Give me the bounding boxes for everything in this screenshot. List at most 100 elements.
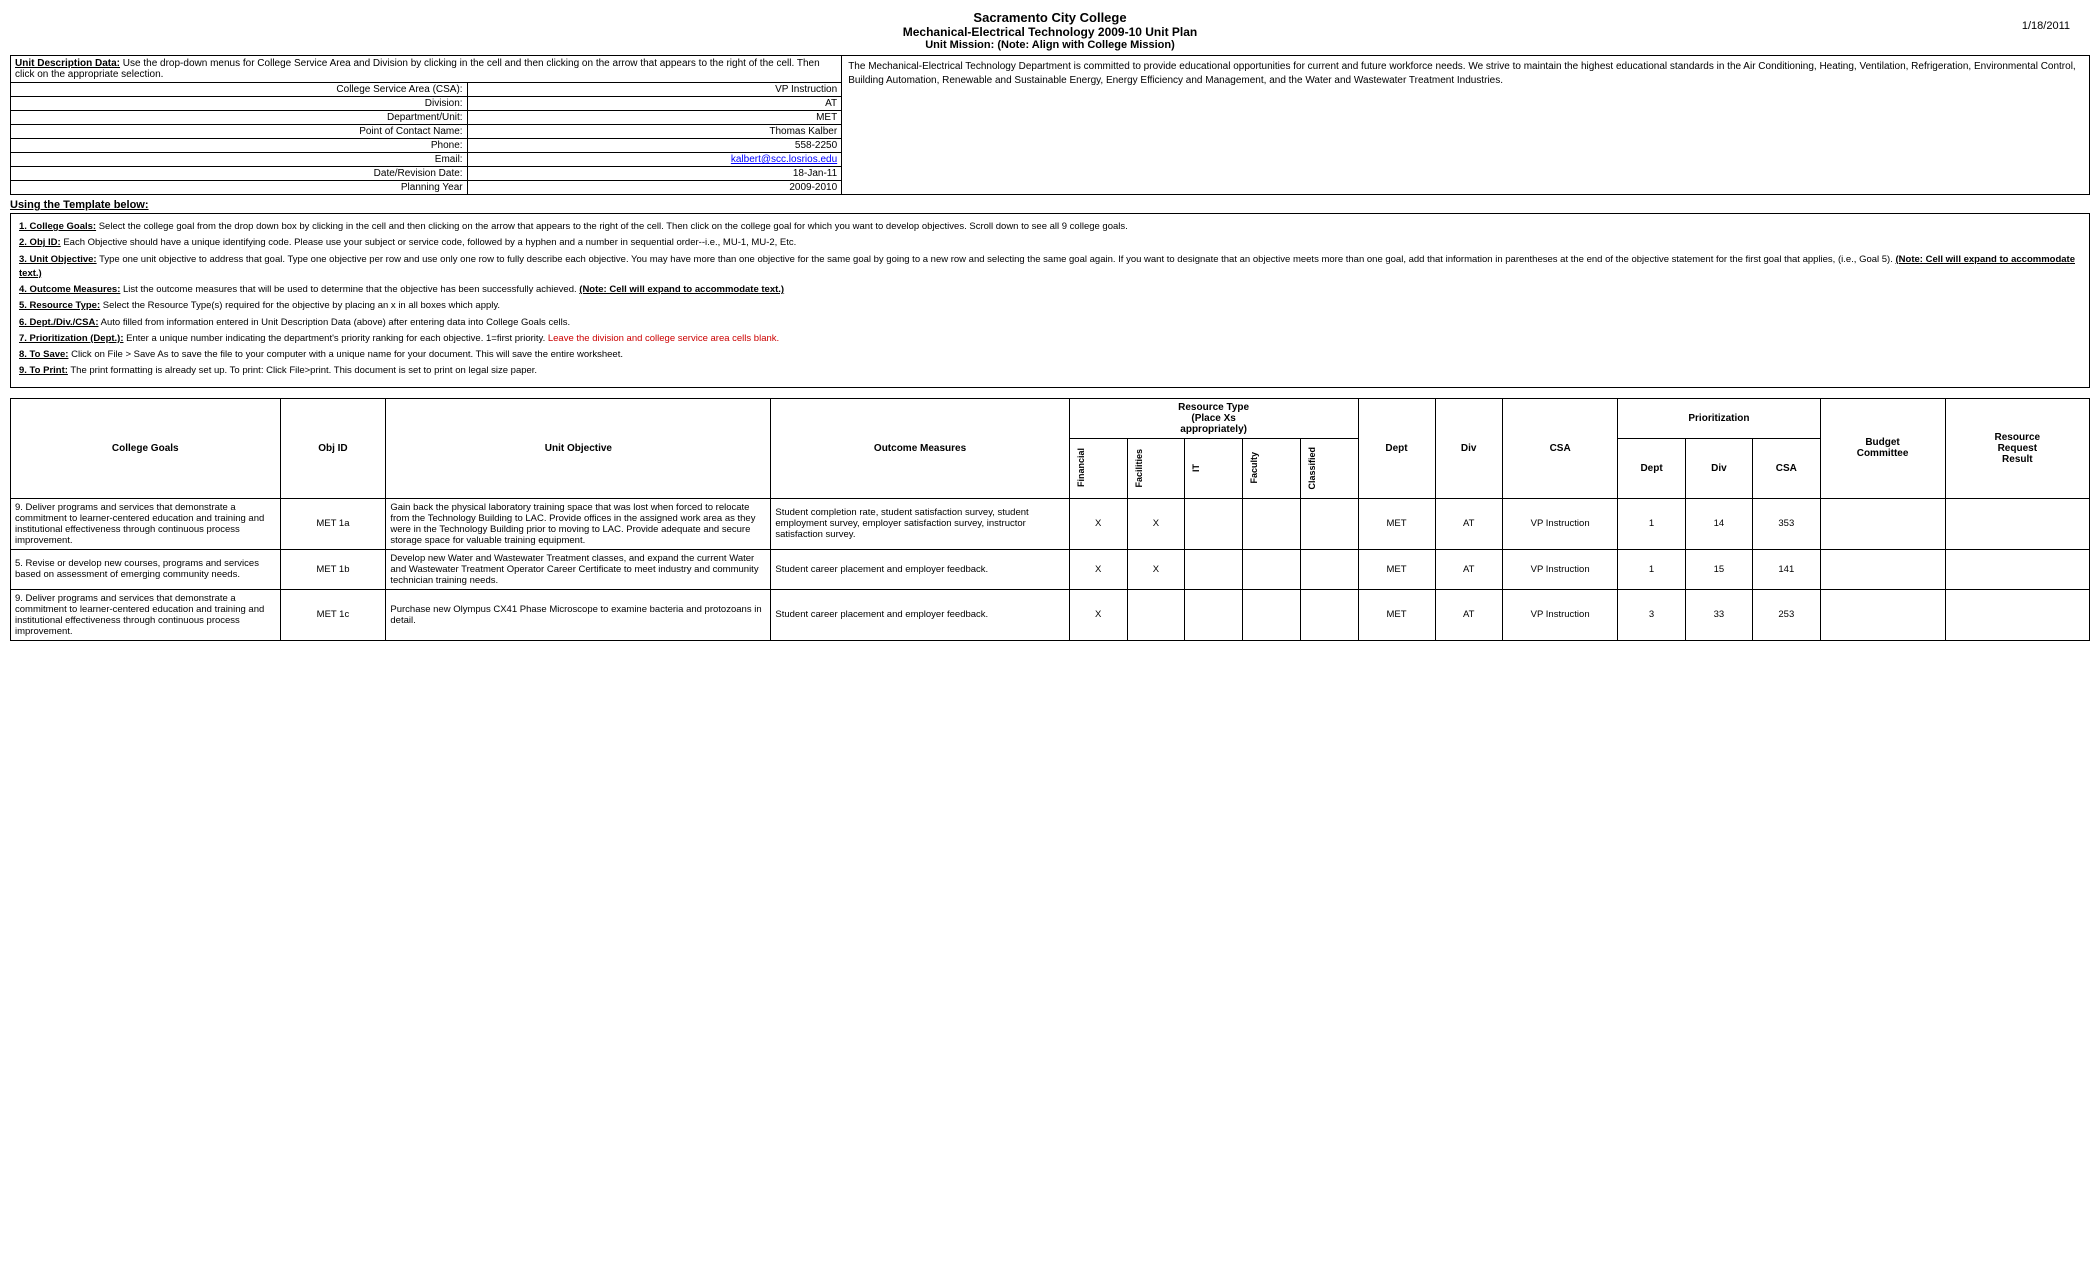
- cell-outcome-1: Student career placement and employer fe…: [771, 549, 1069, 589]
- th-pri-dept: Dept: [1618, 438, 1685, 498]
- th-outcome-label: Outcome Measures: [874, 443, 966, 454]
- cell-unit-obj-2: Purchase new Olympus CX41 Phase Microsco…: [386, 589, 771, 640]
- th-financial-label: Financial: [1074, 444, 1088, 491]
- csa-label: College Service Area (CSA):: [11, 83, 468, 96]
- email-label: Email:: [11, 153, 468, 166]
- division-row: Division: AT: [11, 97, 841, 111]
- table-row: 9. Deliver programs and services that de…: [11, 498, 2090, 549]
- description-title-row: Unit Description Data: Use the drop-down…: [11, 56, 841, 83]
- instr7-label: 7. Prioritization (Dept.):: [19, 333, 124, 344]
- cell-csa-1: VP Instruction: [1502, 549, 1618, 589]
- cell-faculty-0: [1243, 498, 1301, 549]
- cell-div-2: AT: [1435, 589, 1502, 640]
- mission-text: The Mechanical-Electrical Technology Dep…: [848, 61, 2076, 86]
- cell-div-0: AT: [1435, 498, 1502, 549]
- cell-financial-0: X: [1069, 498, 1127, 549]
- csa-row: College Service Area (CSA): VP Instructi…: [11, 83, 841, 97]
- cell-college-goals-1: 5. Revise or develop new courses, progra…: [11, 549, 281, 589]
- instr7-text: Enter a unique number indicating the dep…: [126, 333, 548, 344]
- instr2-text: Each Objective should have a unique iden…: [63, 237, 796, 248]
- th-prioritization: Prioritization: [1618, 398, 1820, 438]
- cell-obj-id-1: MET 1b: [280, 549, 386, 589]
- mission-label: Unit Mission: (Note: Align with College …: [10, 39, 2090, 51]
- instr4-label: 4. Outcome Measures:: [19, 284, 120, 295]
- cell-facilities-1: X: [1127, 549, 1185, 589]
- instr4-text: List the outcome measures that will be u…: [123, 284, 579, 295]
- th-pri-div: Div: [1685, 438, 1752, 498]
- unit-description-instruction: Use the drop-down menus for College Serv…: [15, 58, 820, 80]
- contact-row: Point of Contact Name: Thomas Kalber: [11, 125, 841, 139]
- division-value: AT: [468, 97, 842, 110]
- cell-faculty-2: [1243, 589, 1301, 640]
- th-div: Div: [1435, 398, 1502, 498]
- instr7-red: Leave the division and college service a…: [548, 333, 779, 344]
- csa-value: VP Instruction: [468, 83, 842, 96]
- th-unit-obj-label: Unit Objective: [545, 443, 612, 454]
- cell-it-2: [1185, 589, 1243, 640]
- th-outcome-measures: Outcome Measures: [771, 398, 1069, 498]
- cell-pri-csa-0: 353: [1753, 498, 1820, 549]
- table-row: 5. Revise or develop new courses, progra…: [11, 549, 2090, 589]
- cell-dept-2: MET: [1358, 589, 1435, 640]
- date-label-field: Date/Revision Date:: [11, 167, 468, 180]
- contact-value: Thomas Kalber: [468, 125, 842, 138]
- planning-label: Planning Year: [11, 181, 468, 194]
- instruction-4: 4. Outcome Measures: List the outcome me…: [19, 283, 2081, 297]
- cell-pri-div-2: 33: [1685, 589, 1752, 640]
- description-title: Unit Description Data: Use the drop-down…: [11, 56, 841, 82]
- date-label: 1/18/2011: [2022, 20, 2070, 32]
- cell-budget-1: [1820, 549, 1945, 589]
- cell-outcome-0: Student completion rate, student satisfa…: [771, 498, 1069, 549]
- date-row: Date/Revision Date: 18-Jan-11: [11, 167, 841, 181]
- instr5-label: 5. Resource Type:: [19, 300, 100, 311]
- instruction-5: 5. Resource Type: Select the Resource Ty…: [19, 299, 2081, 313]
- cell-pri-csa-1: 141: [1753, 549, 1820, 589]
- instr6-label: 6. Dept./Div./CSA:: [19, 317, 99, 328]
- cell-obj-id-2: MET 1c: [280, 589, 386, 640]
- cell-college-goals-2: 9. Deliver programs and services that de…: [11, 589, 281, 640]
- instr8-label: 8. To Save:: [19, 349, 68, 360]
- instr6-text: Auto filled from information entered in …: [101, 317, 570, 328]
- table-header-row-1: College Goals Obj ID Unit Objective Outc…: [11, 398, 2090, 438]
- school-name: Sacramento City College: [10, 10, 2090, 25]
- cell-dept-0: MET: [1358, 498, 1435, 549]
- cell-pri-csa-2: 253: [1753, 589, 1820, 640]
- cell-csa-2: VP Instruction: [1502, 589, 1618, 640]
- th-pri-dept-label: Dept: [1640, 463, 1662, 474]
- th-resource-type: Resource Type(Place Xsappropriately): [1069, 398, 1358, 438]
- email-link[interactable]: kalbert@scc.losrios.edu: [731, 154, 837, 165]
- instr2-label: 2. Obj ID:: [19, 237, 61, 248]
- th-dept-label: Dept: [1385, 443, 1407, 454]
- th-budget-committee: BudgetCommittee: [1820, 398, 1945, 498]
- date-value: 18-Jan-11: [468, 167, 842, 180]
- th-it: IT: [1185, 438, 1243, 498]
- th-div-label: Div: [1461, 443, 1477, 454]
- cell-facilities-0: X: [1127, 498, 1185, 549]
- phone-row: Phone: 558-2250: [11, 139, 841, 153]
- cell-faculty-1: [1243, 549, 1301, 589]
- th-college-goals: College Goals: [11, 398, 281, 498]
- instruction-1: 1. College Goals: Select the college goa…: [19, 220, 2081, 234]
- th-pri-csa: CSA: [1753, 438, 1820, 498]
- th-csa: CSA: [1502, 398, 1618, 498]
- instruction-6: 6. Dept./Div./CSA: Auto filled from info…: [19, 316, 2081, 330]
- th-facilities: Facilities: [1127, 438, 1185, 498]
- phone-value: 558-2250: [468, 139, 842, 152]
- th-financial: Financial: [1069, 438, 1127, 498]
- cell-obj-id-0: MET 1a: [280, 498, 386, 549]
- cell-financial-2: X: [1069, 589, 1127, 640]
- phone-label: Phone:: [11, 139, 468, 152]
- cell-facilities-2: [1127, 589, 1185, 640]
- th-pri-csa-label: CSA: [1776, 463, 1797, 474]
- planning-row: Planning Year 2009-2010: [11, 181, 841, 194]
- cell-unit-obj-1: Develop new Water and Wastewater Treatme…: [386, 549, 771, 589]
- email-value: kalbert@scc.losrios.edu: [468, 153, 842, 166]
- cell-pri-div-0: 14: [1685, 498, 1752, 549]
- unit-info-left: Unit Description Data: Use the drop-down…: [11, 56, 842, 194]
- th-obj-id: Obj ID: [280, 398, 386, 498]
- template-label: Using the Template below:: [10, 199, 2090, 211]
- cell-resource-result-2: [1945, 589, 2089, 640]
- mission-text-area: The Mechanical-Electrical Technology Dep…: [842, 56, 2089, 194]
- cell-resource-result-0: [1945, 498, 2089, 549]
- th-it-label: IT: [1189, 460, 1203, 476]
